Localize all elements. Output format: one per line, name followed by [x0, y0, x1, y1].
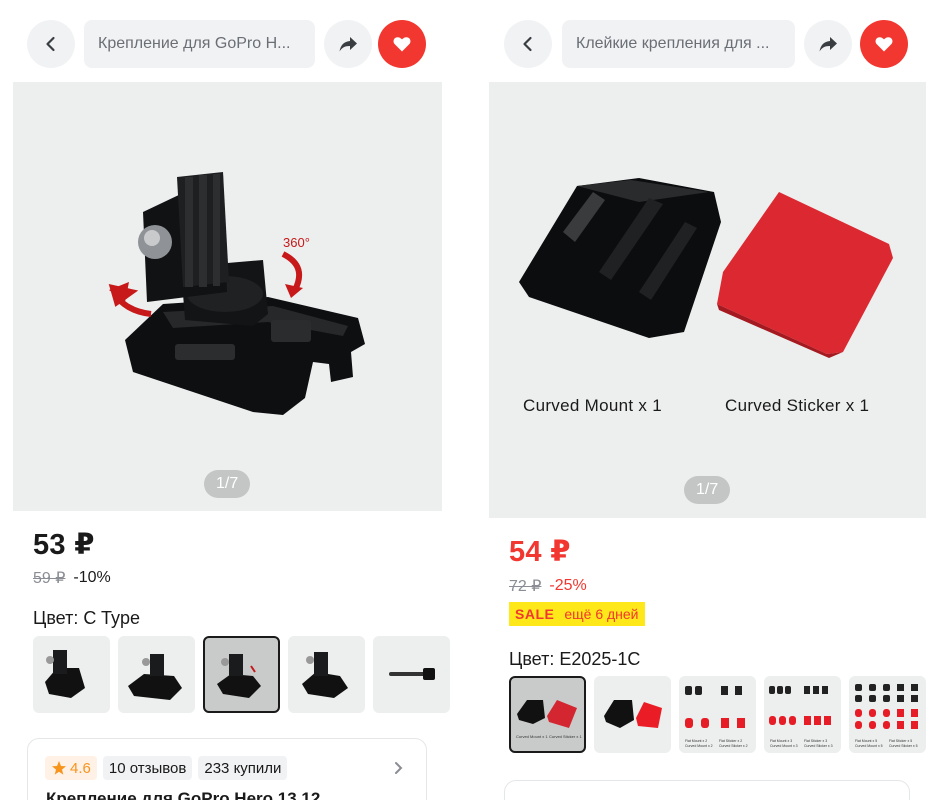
- svg-text:Flat Sticker x 3: Flat Sticker x 3: [804, 739, 827, 743]
- back-button[interactable]: [27, 20, 75, 68]
- price: 53 ₽: [33, 529, 95, 561]
- old-price: 72 ₽: [509, 578, 542, 595]
- variant-thumb-1-selected[interactable]: Curved Mount x 1 Curved Sticker x 1: [509, 676, 586, 753]
- color-label: Цвет: C Type: [33, 608, 141, 628]
- back-icon: [46, 36, 55, 52]
- discount: -10%: [73, 569, 111, 586]
- svg-text:Curved Sticker x 2: Curved Sticker x 2: [719, 744, 748, 748]
- old-price-row: 72 ₽ -25%: [509, 576, 587, 596]
- share-button[interactable]: [804, 20, 852, 68]
- chevron-right-icon: [395, 762, 403, 774]
- product-info-card[interactable]: 4.6 10 отзывов 233 купили Крепление для …: [27, 738, 427, 800]
- favorite-button[interactable]: [378, 20, 426, 68]
- color-variants: [33, 636, 450, 713]
- svg-text:Curved Sticker x 3: Curved Sticker x 3: [804, 744, 833, 748]
- product-title: Крепление для GoPro Hero 13 12: [46, 789, 321, 800]
- sale-badge: SALE ещё 6 дней: [509, 602, 645, 626]
- product-gallery[interactable]: 360° 1/7: [13, 82, 442, 511]
- caption-mount: Curved Mount x 1: [523, 396, 662, 415]
- back-icon: [523, 36, 532, 52]
- price: 54 ₽: [509, 536, 571, 568]
- heart-icon: [875, 37, 893, 52]
- product-image-curved-mount: [519, 178, 893, 358]
- variant-thumb-2[interactable]: [594, 676, 671, 753]
- svg-text:Flat Mount x 2: Flat Mount x 2: [685, 739, 707, 743]
- favorite-button[interactable]: [860, 20, 908, 68]
- old-price-row: 59 ₽ -10%: [33, 568, 111, 588]
- sale-days: ещё 6 дней: [560, 602, 645, 626]
- heart-icon: [393, 37, 411, 52]
- reviews-count: 10 отзывов: [102, 756, 193, 780]
- variant-thumb-3[interactable]: Flat Mount x 2 Flat Sticker x 2 Curved M…: [679, 676, 756, 753]
- product-panel-right: Клейкие крепления для ... Curved Mount x…: [476, 0, 926, 800]
- color-variants: Curved Mount x 1 Curved Sticker x 1 Flat…: [509, 676, 926, 753]
- sale-tag: SALE: [509, 602, 561, 626]
- search-input[interactable]: Крепление для GoPro H...: [84, 20, 315, 68]
- color-label: Цвет: E2025-1C: [509, 649, 641, 669]
- product-panel-left: Крепление для GoPro H... 360° 1/7 53 ₽ 5…: [0, 0, 462, 800]
- back-button[interactable]: [504, 20, 552, 68]
- share-button[interactable]: [324, 20, 372, 68]
- top-bar: Крепление для GoPro H...: [27, 18, 426, 70]
- top-bar: Клейкие крепления для ...: [504, 18, 908, 70]
- image-counter: 1/7: [204, 470, 251, 498]
- variant-thumb-4[interactable]: Flat Mount x 3 Flat Sticker x 3 Curved M…: [764, 676, 841, 753]
- variant-thumb-2[interactable]: [118, 636, 195, 713]
- product-image-mount: 360°: [108, 172, 365, 415]
- rating-badge: 4.6: [45, 756, 97, 780]
- svg-text:Flat Mount x 3: Flat Mount x 3: [770, 739, 792, 743]
- svg-text:Curved Mount x 2: Curved Mount x 2: [685, 744, 713, 748]
- variant-thumb-4[interactable]: [288, 636, 365, 713]
- caption-sticker: Curved Sticker x 1: [725, 396, 870, 415]
- stats-row: 4.6 10 отзывов 233 купили: [45, 756, 288, 780]
- svg-text:Flat Mount x 5: Flat Mount x 5: [855, 739, 877, 743]
- variant-thumb-1[interactable]: [33, 636, 110, 713]
- share-icon: [819, 37, 837, 52]
- variant-thumb-3-selected[interactable]: [203, 636, 280, 713]
- svg-text:Flat Sticker x 5: Flat Sticker x 5: [889, 739, 912, 743]
- svg-text:Flat Sticker x 2: Flat Sticker x 2: [719, 739, 742, 743]
- share-icon: [339, 37, 357, 52]
- search-input[interactable]: Клейкие крепления для ...: [562, 20, 795, 68]
- svg-text:Curved Mount x 1: Curved Mount x 1: [516, 734, 548, 739]
- rotation-label: 360°: [283, 235, 310, 250]
- variant-thumb-5[interactable]: Flat Mount x 5 Flat Sticker x 5 Curved M…: [849, 676, 926, 753]
- svg-text:Curved Sticker x 1: Curved Sticker x 1: [549, 734, 582, 739]
- product-gallery[interactable]: Curved Mount x 1 Curved Sticker x 1 1/7: [489, 82, 926, 518]
- bought-count: 233 купили: [198, 756, 288, 780]
- discount: -25%: [549, 577, 587, 594]
- old-price: 59 ₽: [33, 570, 66, 587]
- product-info-card[interactable]: [504, 780, 910, 800]
- svg-text:Curved Sticker x 5: Curved Sticker x 5: [889, 744, 918, 748]
- svg-text:Curved Mount x 5: Curved Mount x 5: [855, 744, 883, 748]
- star-icon: [52, 761, 66, 775]
- variant-thumb-5[interactable]: [373, 636, 450, 713]
- image-counter: 1/7: [684, 476, 731, 504]
- svg-text:Curved Mount x 3: Curved Mount x 3: [770, 744, 798, 748]
